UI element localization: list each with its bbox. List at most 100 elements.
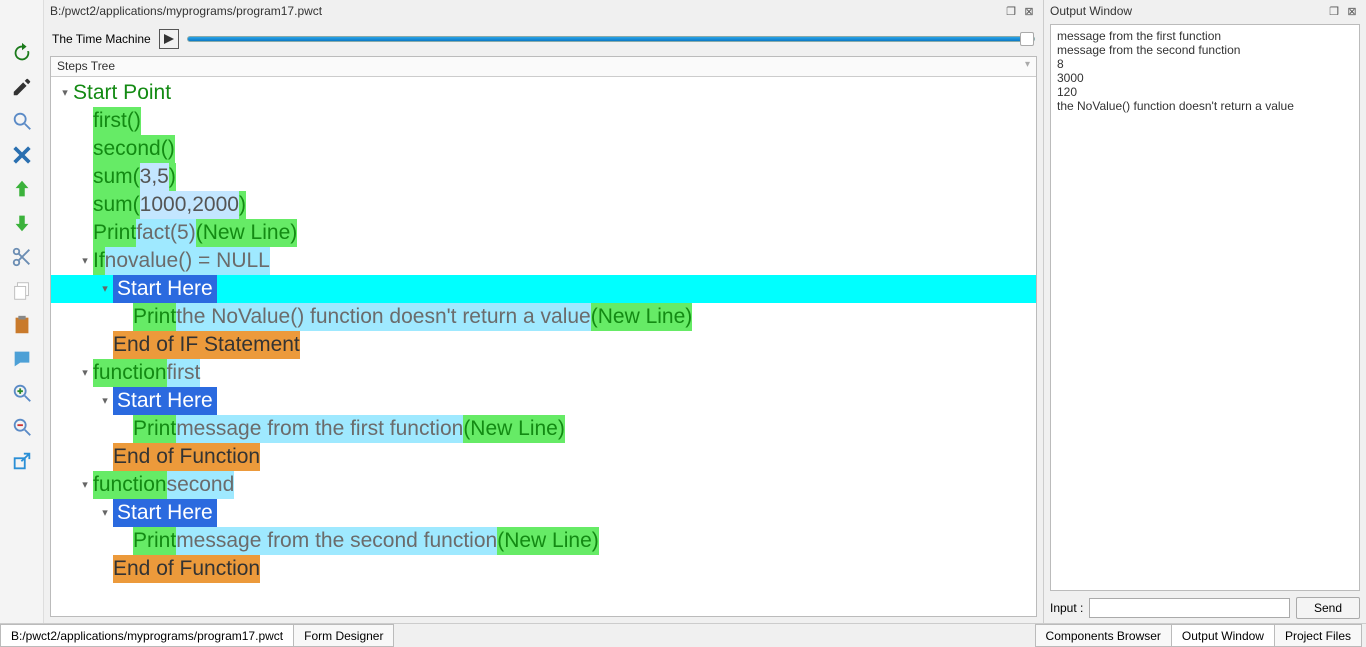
time-machine-slider[interactable] [187, 36, 1035, 42]
zoom-in-icon[interactable] [5, 378, 39, 408]
tree-segment: Print [133, 415, 176, 443]
tree-segment: End of Function [113, 443, 260, 471]
tree-row[interactable]: •second() [51, 135, 1036, 163]
tree-segment: If [93, 247, 105, 275]
tree-segment: novalue() = NULL [105, 247, 270, 275]
tree-row[interactable]: •Print the NoValue() function doesn't re… [51, 303, 1036, 331]
time-machine-row: The Time Machine [44, 22, 1043, 56]
steps-tree: ▾Start Point•first()•second()•sum(3,5)•s… [51, 77, 1036, 589]
tree-toggle-icon[interactable]: ▾ [99, 387, 111, 415]
tree-row[interactable]: •Print message from the second function … [51, 527, 1036, 555]
tree-segment: message from the second function [176, 527, 497, 555]
bottom-bar: B:/pwct2/applications/myprograms/program… [0, 623, 1366, 647]
refresh-icon[interactable] [5, 38, 39, 68]
comment-icon[interactable] [5, 344, 39, 374]
tree-toggle-icon[interactable]: ▾ [79, 359, 91, 387]
tree-bullet: • [99, 443, 111, 471]
tree-segment: Start Here [113, 499, 217, 527]
tree-segment: sum( [93, 163, 140, 191]
tree-row[interactable]: •Print fact(5) (New Line) [51, 219, 1036, 247]
tree-segment: Start Here [113, 275, 217, 303]
output-titlebar: Output Window ❐ ⊠ [1044, 0, 1366, 22]
tree-row[interactable]: ▾function second [51, 471, 1036, 499]
tree-segment: Print [133, 527, 176, 555]
delete-x-icon[interactable] [5, 140, 39, 170]
output-input-label: Input : [1050, 601, 1083, 615]
tree-toggle-icon[interactable]: ▾ [59, 79, 71, 107]
editor-titlebar: B:/pwct2/applications/myprograms/program… [44, 0, 1043, 22]
tree-segment: function [93, 471, 167, 499]
time-machine-thumb[interactable] [1020, 32, 1034, 46]
close-icon[interactable]: ⊠ [1021, 3, 1037, 19]
tree-row[interactable]: ▾If novalue() = NULL [51, 247, 1036, 275]
time-machine-play-button[interactable] [159, 29, 179, 49]
tree-segment: 1000,2000 [140, 191, 239, 219]
tree-row[interactable]: ▾Start Here [51, 275, 1036, 303]
tree-bullet: • [99, 555, 111, 583]
bottom-tab-right[interactable]: Components Browser [1035, 624, 1172, 647]
restore-icon[interactable]: ❐ [1003, 3, 1019, 19]
output-panel: Output Window ❐ ⊠ message from the first… [1043, 0, 1366, 623]
tree-toggle-icon[interactable]: ▾ [79, 471, 91, 499]
output-textarea[interactable]: message from the first function message … [1050, 24, 1360, 591]
zoom-out-icon[interactable] [5, 412, 39, 442]
tree-segment: second() [93, 135, 175, 163]
tree-segment: the NoValue() function doesn't return a … [176, 303, 591, 331]
tree-segment: first [167, 359, 201, 387]
tree-segment: (New Line) [497, 527, 599, 555]
output-restore-icon[interactable]: ❐ [1326, 3, 1342, 19]
tree-row[interactable]: ▾Start Here [51, 387, 1036, 415]
tree-toggle-icon[interactable]: ▾ [99, 275, 111, 303]
tree-bullet: • [119, 527, 131, 555]
bottom-tab-right[interactable]: Project Files [1274, 624, 1362, 647]
tree-bullet: • [119, 415, 131, 443]
tree-row[interactable]: ▾Start Point [51, 79, 1036, 107]
tree-bullet: • [119, 303, 131, 331]
tree-segment: 3,5 [140, 163, 169, 191]
cut-icon[interactable] [5, 242, 39, 272]
tree-segment: second [167, 471, 235, 499]
editor-title-path: B:/pwct2/applications/myprograms/program… [50, 4, 322, 18]
steps-tree-header[interactable]: Steps Tree [51, 57, 1036, 77]
tree-row[interactable]: •sum(3,5) [51, 163, 1036, 191]
tree-row[interactable]: •Print message from the first function (… [51, 415, 1036, 443]
tree-row[interactable]: ▾Start Here [51, 499, 1036, 527]
tree-row[interactable]: •sum(1000,2000) [51, 191, 1036, 219]
tree-row[interactable]: •End of Function [51, 443, 1036, 471]
tree-row[interactable]: •first() [51, 107, 1036, 135]
tree-row[interactable]: •End of Function [51, 555, 1036, 583]
tree-segment: ) [169, 163, 176, 191]
output-input-field[interactable] [1089, 598, 1290, 618]
bottom-tab-left[interactable]: B:/pwct2/applications/myprograms/program… [0, 624, 294, 647]
tree-bullet: • [79, 191, 91, 219]
time-machine-label: The Time Machine [52, 32, 151, 46]
bottom-tab-right[interactable]: Output Window [1171, 624, 1275, 647]
tree-bullet: • [79, 219, 91, 247]
tree-bullet: • [79, 163, 91, 191]
popout-icon[interactable] [5, 446, 39, 476]
search-icon[interactable] [5, 106, 39, 136]
paste-icon[interactable] [5, 310, 39, 340]
tree-row[interactable]: ▾function first [51, 359, 1036, 387]
arrow-down-icon[interactable] [5, 208, 39, 238]
arrow-up-icon[interactable] [5, 174, 39, 204]
edit-icon[interactable] [5, 72, 39, 102]
tree-bullet: • [79, 135, 91, 163]
tree-segment: (New Line) [196, 219, 298, 247]
send-button[interactable]: Send [1296, 597, 1360, 619]
output-close-icon[interactable]: ⊠ [1344, 3, 1360, 19]
tree-row[interactable]: •End of IF Statement [51, 331, 1036, 359]
tree-segment: ) [239, 191, 246, 219]
output-input-row: Input : Send [1044, 593, 1366, 623]
left-toolbar [0, 0, 44, 623]
tree-segment: End of IF Statement [113, 331, 300, 359]
tree-toggle-icon[interactable]: ▾ [99, 499, 111, 527]
copy-icon[interactable] [5, 276, 39, 306]
editor-panel: B:/pwct2/applications/myprograms/program… [44, 0, 1043, 623]
tree-bullet: • [79, 107, 91, 135]
bottom-tab-left[interactable]: Form Designer [293, 624, 394, 647]
steps-tree-scroll[interactable]: ▾Start Point•first()•second()•sum(3,5)•s… [51, 77, 1036, 616]
tree-toggle-icon[interactable]: ▾ [79, 247, 91, 275]
tree-segment: End of Function [113, 555, 260, 583]
tree-segment: Start Point [73, 79, 171, 107]
